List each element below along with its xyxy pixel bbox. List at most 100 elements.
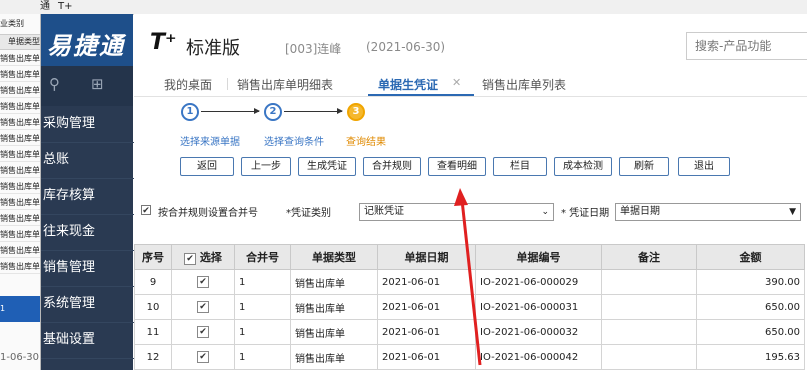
title-text-2: T+ xyxy=(58,1,73,12)
bg-list-item[interactable]: 销售出库单 xyxy=(0,100,40,114)
cell-type: 销售出库单 xyxy=(290,344,378,370)
cell-type: 销售出库单 xyxy=(290,269,378,295)
add-icon[interactable]: ⊞ xyxy=(91,76,107,92)
table-row[interactable]: 10 ✔ 1 销售出库单 2021-06-01 IO-2021-06-000031 650.… xyxy=(134,294,805,320)
col-select-label: 选择 xyxy=(199,251,222,264)
brand-text: 易捷通 xyxy=(47,31,125,60)
sidebar-item[interactable]: 采购管理 xyxy=(41,106,135,143)
bg-selected-row[interactable]: 1 xyxy=(0,296,40,322)
step-2-icon: 2 xyxy=(264,103,282,121)
select-all-checkbox[interactable]: ✔ xyxy=(184,253,197,265)
sidebar-item[interactable]: 销售管理 xyxy=(41,250,135,287)
bg-date: 1-06-30 xyxy=(0,352,40,363)
tab-voucher-generation[interactable]: 单据生凭证 xyxy=(378,76,438,93)
cell-date: 2021-06-01 xyxy=(377,294,476,320)
bg-column-header: 单据类型 xyxy=(0,34,40,50)
tplus-logo: T⁺ xyxy=(150,30,177,55)
cell-no: IO-2021-06-000042 xyxy=(475,344,602,370)
table-row[interactable]: 11 ✔ 1 销售出库单 2021-06-01 IO-2021-06-000032 650.… xyxy=(134,319,805,345)
title-text-1: 通 xyxy=(40,1,50,12)
tab-my-desktop[interactable]: 我的桌面 xyxy=(164,76,212,93)
columns-button[interactable]: 栏目 xyxy=(493,157,547,176)
back-button[interactable]: 返回 xyxy=(180,157,234,176)
row-select-checkbox[interactable]: ✔ xyxy=(197,351,209,363)
cell-no: IO-2021-06-000029 xyxy=(475,269,602,295)
sidebar-item[interactable]: 总账 xyxy=(41,142,135,179)
app-header: T⁺ 标准版 [003]连峰 (2021-06-30) 搜索-产品功能 xyxy=(134,14,807,66)
sidebar: 易捷通 ⚲ ⊞ 采购管理 总账 库存核算 往来现金 销售管理 系统管理 基础设置 xyxy=(41,14,135,370)
col-amount: 金额 xyxy=(696,244,805,270)
voucher-type-label: *凭证类别 xyxy=(286,208,331,219)
sidebar-item[interactable]: 系统管理 xyxy=(41,286,135,323)
bg-list-item[interactable]: 销售出库单 xyxy=(0,132,40,146)
cell-type: 销售出库单 xyxy=(290,294,378,320)
dropdown-arrow-icon: ▼ xyxy=(789,207,796,217)
cell-merge: 1 xyxy=(234,344,291,370)
generate-voucher-button[interactable]: 生成凭证 xyxy=(298,157,356,176)
background-window: 业类别 单据类型 销售出库单 销售出库单 销售出库单 销售出库单 销售出库单 销售出库单销… xyxy=(0,14,41,370)
cell-no: IO-2021-06-000032 xyxy=(475,319,602,345)
refresh-button[interactable]: 刷新 xyxy=(619,157,669,176)
bg-list-item[interactable]: 销售出库单 xyxy=(0,116,40,130)
cost-check-button[interactable]: 成本检测 xyxy=(554,157,612,176)
sidebar-item[interactable]: 库存核算 xyxy=(41,178,135,215)
cell-date: 2021-06-01 xyxy=(377,344,476,370)
bg-list-item[interactable]: 销售出库单 xyxy=(0,52,40,66)
table-row[interactable]: 9 ✔ 1 销售出库单 2021-06-01 IO-2021-06-000029 390.0… xyxy=(134,269,805,295)
bg-list-item[interactable]: 销售出库单 xyxy=(0,164,40,178)
bg-list-item[interactable]: 销售出库单 xyxy=(0,244,40,258)
table-row[interactable]: 12 ✔ 1 销售出库单 2021-06-01 IO-2021-06-000042 195.… xyxy=(134,344,805,370)
exit-button[interactable]: 退出 xyxy=(678,157,730,176)
bg-label: 业类别 xyxy=(0,19,24,28)
sidebar-icons: ⚲ ⊞ xyxy=(41,66,133,106)
bg-list-item[interactable]: 销售出库单 xyxy=(0,228,40,242)
cell-date: 2021-06-01 xyxy=(377,319,476,345)
cell-merge: 1 xyxy=(234,319,291,345)
col-doc-no: 单据编号 xyxy=(475,244,602,270)
cell-amount: 650.00 xyxy=(696,319,805,345)
bg-list-item[interactable]: 销售出库单 xyxy=(0,180,40,194)
account-name: [003]连峰 xyxy=(285,42,342,56)
row-select-checkbox[interactable]: ✔ xyxy=(197,301,209,313)
row-select-cell[interactable]: ✔ xyxy=(171,319,235,345)
bg-list-item[interactable]: 销售出库单 xyxy=(0,212,40,226)
row-select-cell[interactable]: ✔ xyxy=(171,269,235,295)
sidebar-item[interactable]: 基础设置 xyxy=(41,322,135,359)
tab-bar: 我的桌面 销售出库单明细表 单据生凭证 ✕ 销售出库单列表 xyxy=(134,70,807,97)
cell-seq: 10 xyxy=(134,294,172,320)
bg-list-item[interactable]: 销售出库单 xyxy=(0,148,40,162)
sidebar-item[interactable]: 往来现金 xyxy=(41,214,135,251)
bg-list-item[interactable]: 销售出库单 xyxy=(0,84,40,98)
cell-note xyxy=(601,319,697,345)
cell-amount: 390.00 xyxy=(696,269,805,295)
cell-date: 2021-06-01 xyxy=(377,269,476,295)
merge-rules-button[interactable]: 合并规则 xyxy=(363,157,421,176)
step-label-1[interactable]: 选择来源单据 xyxy=(180,133,240,148)
cell-amount: 650.00 xyxy=(696,294,805,320)
bg-list-item[interactable]: 销售出库单 xyxy=(0,260,40,274)
bg-list-item[interactable]: 销售出库单 xyxy=(0,68,40,82)
col-doc-date: 单据日期 xyxy=(377,244,476,270)
chevron-down-icon: ⌄ xyxy=(541,207,549,217)
row-select-checkbox[interactable]: ✔ xyxy=(197,276,209,288)
tab-sales-outbound-list[interactable]: 销售出库单列表 xyxy=(482,76,566,93)
view-details-button[interactable]: 查看明细 xyxy=(428,157,486,176)
voucher-type-select[interactable]: 记账凭证 ⌄ xyxy=(359,203,554,221)
search-input[interactable]: 搜索-产品功能 xyxy=(686,32,807,60)
voucher-date-label: * 凭证日期 xyxy=(561,208,610,219)
col-select[interactable]: ✔ 选择 xyxy=(171,244,235,270)
bg-list-item[interactable]: 销售出库单 xyxy=(0,196,40,210)
prev-step-button[interactable]: 上一步 xyxy=(241,157,291,176)
search-icon[interactable]: ⚲ xyxy=(49,76,65,92)
voucher-date-select[interactable]: 单据日期 ▼ xyxy=(615,203,801,221)
row-select-cell[interactable]: ✔ xyxy=(171,294,235,320)
row-select-checkbox[interactable]: ✔ xyxy=(197,326,209,338)
row-select-cell[interactable]: ✔ xyxy=(171,344,235,370)
col-note: 备注 xyxy=(601,244,697,270)
cell-merge: 1 xyxy=(234,269,291,295)
merge-by-rule-label: 按合并规则设置合并号 xyxy=(158,208,258,219)
merge-by-rule-checkbox[interactable]: ✔ xyxy=(141,205,151,216)
close-tab-icon[interactable]: ✕ xyxy=(452,76,461,89)
tab-sales-outbound-detail[interactable]: 销售出库单明细表 xyxy=(237,76,333,93)
step-label-2[interactable]: 选择查询条件 xyxy=(264,133,324,148)
